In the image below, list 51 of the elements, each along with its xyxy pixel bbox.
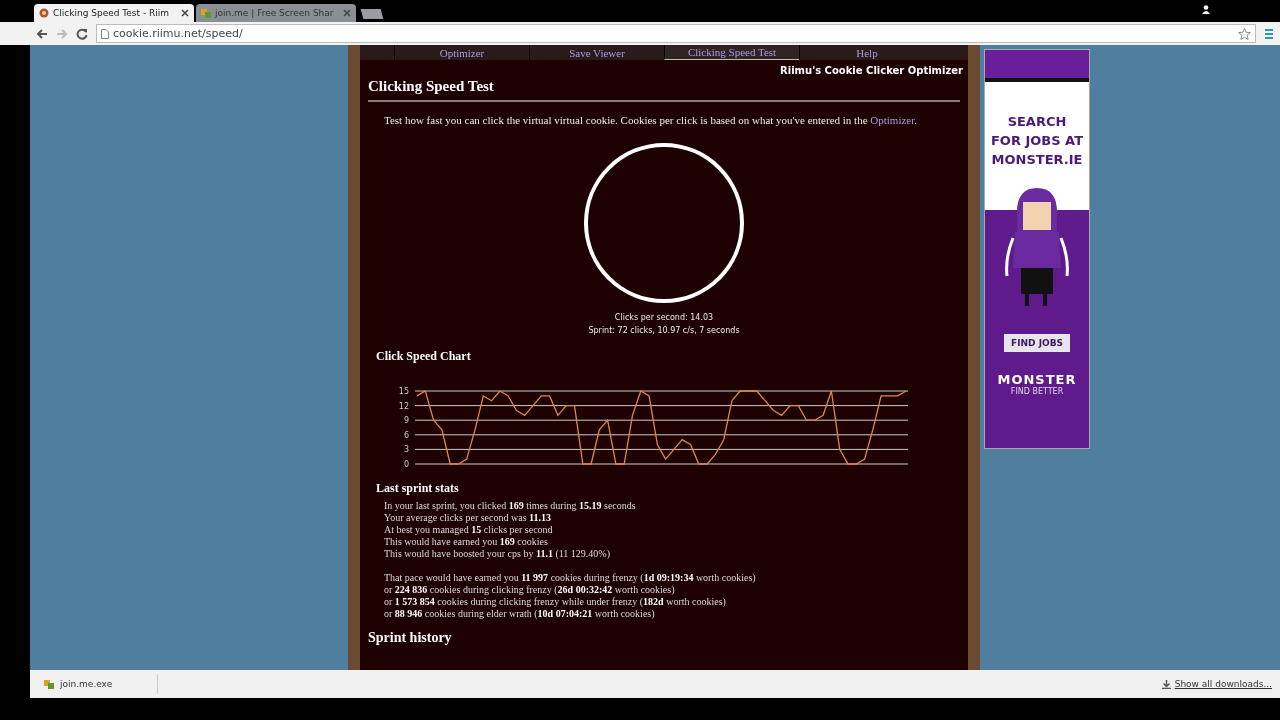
find-jobs-button[interactable]: FIND JOBS	[1004, 334, 1070, 352]
ad-logo: MONSTER	[997, 372, 1077, 387]
address-bar[interactable]: cookie.riimu.net/speed/	[96, 24, 1256, 43]
close-icon[interactable]	[181, 9, 189, 17]
stat-line: Your average clicks per second was 11.13	[384, 512, 552, 524]
axis-label: 3	[403, 445, 409, 455]
axis-label: 0	[403, 460, 409, 467]
page-title: Clicking Speed Test	[368, 78, 960, 102]
ad-headline: MONSTER.IE	[991, 151, 1083, 169]
ad-headline: SEARCH	[1007, 113, 1067, 131]
click-circle[interactable]	[584, 143, 744, 303]
page-icon	[101, 28, 109, 39]
axis-label: 9	[403, 416, 409, 426]
download-icon	[1161, 679, 1171, 689]
ad-tagline: FIND BETTER	[1010, 387, 1064, 396]
chart-title: Click Speed Chart	[376, 349, 472, 364]
intro-text: Test how fast you can click the virtual virtual cookie. Cookies per click is based on what you've entered in the Optimizer.	[384, 114, 919, 126]
stat-line: or 224 836 cookies during clicking frenzy (26d 00:32:42 worth cookies)	[384, 584, 676, 596]
browser-tab[interactable]: join.me | Free Screen Shar	[196, 4, 356, 22]
stat-line: That pace would have earned you 11 997 cookies during frenzy (1d 09:19:34 worth cookies)	[384, 572, 757, 584]
site-title: Riimu's Cookie Clicker Optimizer	[780, 65, 963, 76]
nav-tab[interactable]: Clicking Speed Test	[664, 45, 799, 60]
new-tab-button[interactable]	[360, 9, 384, 19]
star-icon[interactable]	[1238, 27, 1251, 40]
reload-icon[interactable]	[76, 27, 88, 40]
stat-line: or 88 946 cookies during elder wrath (10d 07:04:21 worth cookies)	[384, 608, 656, 620]
axis-label: 6	[403, 430, 409, 440]
nav-tab[interactable]: Optimizer	[394, 45, 529, 60]
axis-label: 12	[398, 401, 409, 411]
axis-label: 15	[398, 387, 409, 396]
section-title: Sprint history	[368, 630, 453, 646]
speed-readout: Sprint: 72 clicks, 10.97 c/s, 7 seconds	[588, 326, 740, 335]
back-icon[interactable]	[36, 27, 48, 40]
section-title: Last sprint stats	[376, 481, 460, 496]
stat-line: In your last sprint, you clicked 169 times during 15.19 seconds	[384, 500, 637, 512]
download-item[interactable]: join.me.exe	[38, 674, 158, 694]
ad-banner[interactable]: SEARCH FOR JOBS AT MONSTER.IE FIND JOBS MONSTER FIND BETTER	[984, 49, 1090, 449]
stat-line: This would have boosted your cps by 11.1 (11 129.40%)	[384, 548, 611, 560]
profile-icon[interactable]	[1202, 5, 1210, 14]
ad-headline: FOR JOBS AT	[990, 132, 1084, 150]
browser-tab[interactable]: Clicking Speed Test - Riim	[34, 4, 194, 22]
stat-line: This would have earned you 169 cookies	[384, 536, 549, 548]
file-icon	[44, 679, 54, 689]
favicon-icon	[201, 8, 211, 18]
stat-line: At best you managed 15 clicks per second	[384, 524, 554, 536]
show-all-downloads-link[interactable]: Show all downloads...	[1161, 679, 1272, 689]
stat-line: or 1 573 854 cookies during clicking frenzy while under frenzy (182d worth cookies)	[384, 596, 727, 608]
nav-tab[interactable]: Help	[799, 45, 934, 60]
favicon-icon	[39, 8, 49, 18]
menu-icon[interactable]	[1264, 27, 1274, 40]
speed-readout: Clicks per second: 14.03	[614, 313, 714, 322]
